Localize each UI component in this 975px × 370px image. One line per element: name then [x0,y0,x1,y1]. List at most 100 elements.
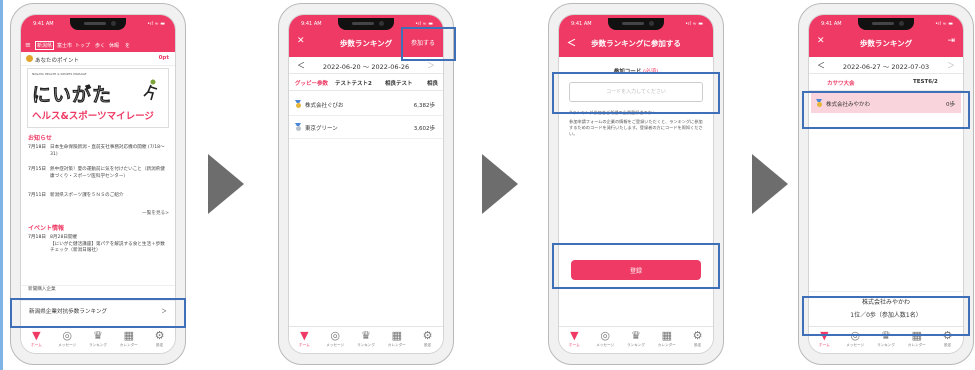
event-body: 8月28日開催 【にいがた健活講座】第パテを解説する食と生活＋歩数チェック（新潟… [50,235,169,255]
left-edge-strip [0,0,3,370]
company-name: 東京グリーン [305,126,338,132]
step-count: 3,602歩 [413,126,435,132]
menu-item-rest[interactable]: 休暇 [109,42,119,49]
date-range-row: ＜ 2022-06-27 〜 2022-07-03 ＞ [809,57,963,74]
ranking-row[interactable]: 株式会社ぐびお 6,382歩 [289,93,443,116]
event-date: 7月18日 [28,235,46,240]
tab-ranking[interactable]: ♛ ランキング [83,327,114,353]
news-text: 新潟県スポーツ課を５ＮＳのご紹介 [50,193,124,198]
gear-icon: ⚙ [422,329,433,342]
tab-label: 設定 [693,343,702,347]
bottom-tab-bar: ▼ ホーム ◎ メッセージ ♛ ランキング ▦ カレンダー ⚙ 設定 [289,326,443,353]
calendar-icon: ▦ [391,329,402,342]
menu-item-top[interactable]: トップ [75,42,90,49]
mileage-banner[interactable]: NIIGATA HEALTH & SPORTS MILEAGE にいがた ヘルス… [27,68,169,128]
tab-label: メッセージ [58,343,77,347]
event-item[interactable]: 7月18日 8月28日開催 【にいがた健活講座】第パテを解説する食と生活＋歩数チ… [28,235,169,255]
message-icon: ◎ [330,329,340,342]
news-item[interactable]: 7月18日 日本生命保険新潟・直前支社事務対応機の開催 (7/18〜31) [28,145,169,167]
tab-label: カレンダー [387,343,406,347]
group-tab[interactable]: 相良 [427,79,438,87]
tab-label: 設定 [943,343,952,347]
message-icon: ◎ [600,329,610,342]
tab-label: 設定 [423,343,432,347]
tab-message[interactable]: ◎ メッセージ [590,327,621,353]
crown-icon: ♛ [361,329,371,342]
tab-label: ホーム [299,343,310,347]
gear-icon: ⚙ [692,329,703,342]
misc-row[interactable]: 新聞購入企業 [21,285,175,295]
top-menu: ≡ 新潟県 富士市 トップ 歩く 休暇 を [21,39,175,52]
ranking-row[interactable]: 東京グリーン 3,602歩 [289,116,443,139]
event-title: イベント情報 [28,225,65,232]
tab-label: 設定 [155,343,164,347]
menu-item-niigata[interactable]: 新潟県 [35,41,55,50]
tab-message[interactable]: ◎ メッセージ [52,327,83,353]
tab-message[interactable]: ◎ メッセージ [320,327,351,353]
menu-item-fuji[interactable]: 富士市 [57,42,72,49]
home-icon: ▼ [570,329,579,342]
home-icon: ▼ [300,329,309,342]
tab-home[interactable]: ▼ ホーム [289,327,320,353]
group-tab-active[interactable]: グッピー参数 [295,79,328,90]
highlight-rank-footer [802,296,970,336]
tab-label: メッセージ [596,343,615,347]
status-icons: •ıl ≈ ▬ [685,21,703,27]
tab-settings[interactable]: ⚙ 設定 [682,327,713,353]
phone-notch [858,18,914,30]
banner-main-text: にいがた [32,84,113,107]
tab-ranking[interactable]: ♛ ランキング [621,327,652,353]
points-value: 0pt [158,55,169,61]
tab-label: ランキング [877,343,895,347]
points-row[interactable]: あなたのポイント 0pt [21,53,175,66]
date-range: 2022-06-27 〜 2022-07-03 [842,63,930,71]
status-time: 9:41 AM [821,21,842,27]
crown-icon: ♛ [93,329,103,342]
step-arrow-3 [752,154,788,214]
menu-item-more[interactable]: を [125,42,130,49]
event-line1: 8月28日開催 [50,235,78,240]
tab-settings[interactable]: ⚙ 設定 [412,327,443,353]
status-time: 9:41 AM [301,21,322,27]
points-label: あなたのポイント [35,58,80,64]
exit-icon[interactable]: ⇥ [947,36,955,46]
group-tab-active[interactable]: カサワ大会 [827,79,855,90]
highlight-code-input [552,72,720,114]
phone-notch [70,18,126,30]
next-week-icon[interactable]: ＞ [947,60,955,71]
highlight-register-button [552,243,720,289]
news-item[interactable]: 7月15日 熱中症対策！夏の運動前に気を付けたいこと（新潟県健康づくり・スポーツ… [28,167,169,193]
tab-home[interactable]: ▼ ホーム [559,327,590,353]
news-text: 日本生命保険新潟・直前支社事務対応機の開催 (7/18〜31) [50,145,165,157]
group-tabs: グッピー参数 テストテスト2 相良テスト 相良 [289,74,443,91]
home-icon: ▼ [32,329,41,342]
next-week-icon[interactable]: ＞ [427,60,435,71]
status-icons: •ıl ≈ ▬ [147,21,165,27]
runner-logo-icon [142,79,160,101]
tab-label: ランキング [627,343,645,347]
phone-notch [608,18,664,30]
tab-label: ランキング [357,343,375,347]
menu-icon[interactable]: ≡ [25,41,31,49]
group-tabs: カサワ大会 TEST6/2 [809,74,963,91]
group-tab[interactable]: 相良テスト [385,79,413,87]
event-line2: 【にいがた健活講座】第パテを解説する食と生活＋歩数チェック（新潟日報社） [50,241,165,254]
silver-medal-icon [295,123,301,131]
step-count: 6,382歩 [413,103,435,109]
tab-calendar[interactable]: ▦ カレンダー [113,327,144,353]
tab-calendar[interactable]: ▦ カレンダー [651,327,682,353]
menu-item-walk[interactable]: 歩く [95,42,105,49]
step-arrow-2 [482,154,518,214]
gold-medal-icon [295,100,301,108]
news-more-link[interactable]: 一覧を見る> [142,210,169,216]
tab-settings[interactable]: ⚙ 設定 [144,327,175,353]
tab-home[interactable]: ▼ ホーム [21,327,52,353]
news-item[interactable]: 7月11日 新潟県スポーツ課を５ＮＳのご紹介 [28,193,169,203]
tab-calendar[interactable]: ▦ カレンダー [381,327,412,353]
tab-ranking[interactable]: ♛ ランキング [351,327,382,353]
news-date: 7月15日 [28,167,46,172]
status-time: 9:41 AM [571,21,592,27]
tab-label: メッセージ [846,343,865,347]
group-tab[interactable]: TEST6/2 [913,79,938,85]
group-tab[interactable]: テストテスト2 [335,79,372,87]
